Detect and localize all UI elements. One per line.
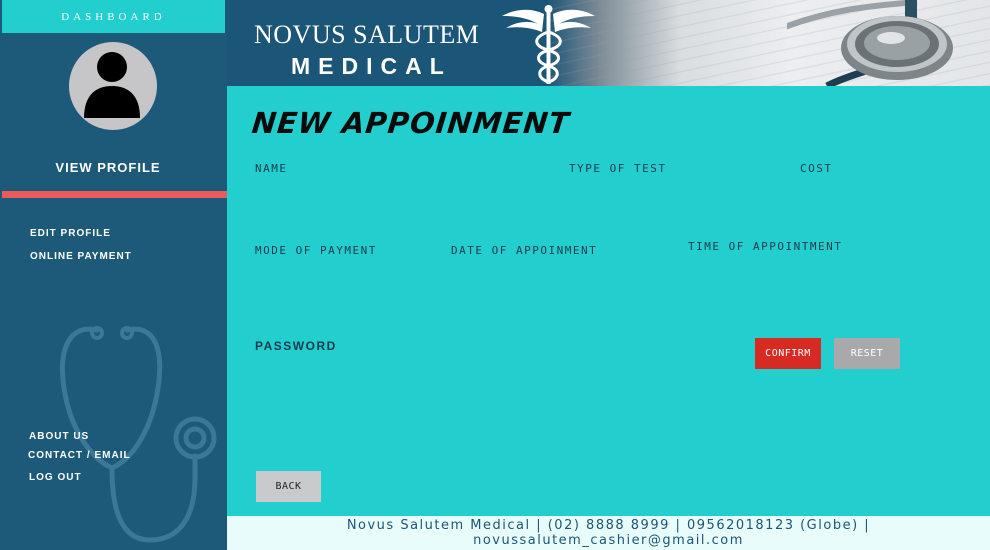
footer: Novus Salutem Medical | (02) 8888 8999 |… — [227, 516, 990, 550]
sidebar-item-log-out[interactable]: LOG OUT — [29, 472, 82, 483]
appointment-form: NEW APPOINMENT NAME TYPE OF TEST COST MO… — [227, 86, 990, 516]
page-title: NEW APPOINMENT — [250, 106, 572, 140]
footer-contact-line: Novus Salutem Medical | (02) 8888 8999 |… — [346, 518, 871, 533]
dashboard-header[interactable]: DASHBOARD — [2, 0, 225, 33]
view-profile-link[interactable]: VIEW PROFILE — [0, 160, 216, 175]
confirm-button[interactable]: CONFIRM — [755, 338, 821, 369]
password-label: PASSWORD — [255, 339, 337, 353]
sidebar: DASHBOARD VIEW PROFILE EDIT PROFILE ONLI… — [0, 0, 227, 550]
caduceus-icon — [502, 5, 595, 84]
date-of-appointment-label: DATE OF APPOINMENT — [451, 244, 598, 257]
stethoscope-photo — [787, 0, 953, 86]
sidebar-divider — [2, 191, 227, 198]
time-of-appointment-label: TIME OF APPOINTMENT — [688, 240, 843, 253]
reset-button[interactable]: RESET — [834, 338, 900, 369]
sidebar-item-contact-email[interactable]: CONTACT / EMAIL — [28, 450, 131, 461]
type-of-test-label: TYPE OF TEST — [569, 162, 667, 175]
footer-email[interactable]: novussalutem_cashier@gmail.com — [227, 533, 990, 548]
brand-name: NOVUS SALUTEM — [254, 20, 480, 49]
avatar[interactable] — [69, 42, 157, 130]
mode-of-payment-label: MODE OF PAYMENT — [255, 244, 377, 257]
cost-label: COST — [800, 162, 833, 175]
name-label: NAME — [255, 162, 288, 175]
sidebar-item-about-us[interactable]: ABOUT US — [29, 431, 89, 442]
sidebar-item-online-payment[interactable]: ONLINE PAYMENT — [30, 251, 132, 262]
header-banner: NOVUS SALUTEM MEDICAL — [227, 0, 990, 86]
brand-subtitle: MEDICAL — [291, 53, 452, 79]
back-button[interactable]: BACK — [256, 471, 321, 502]
sidebar-item-edit-profile[interactable]: EDIT PROFILE — [30, 228, 111, 239]
user-silhouette-icon — [84, 52, 140, 118]
